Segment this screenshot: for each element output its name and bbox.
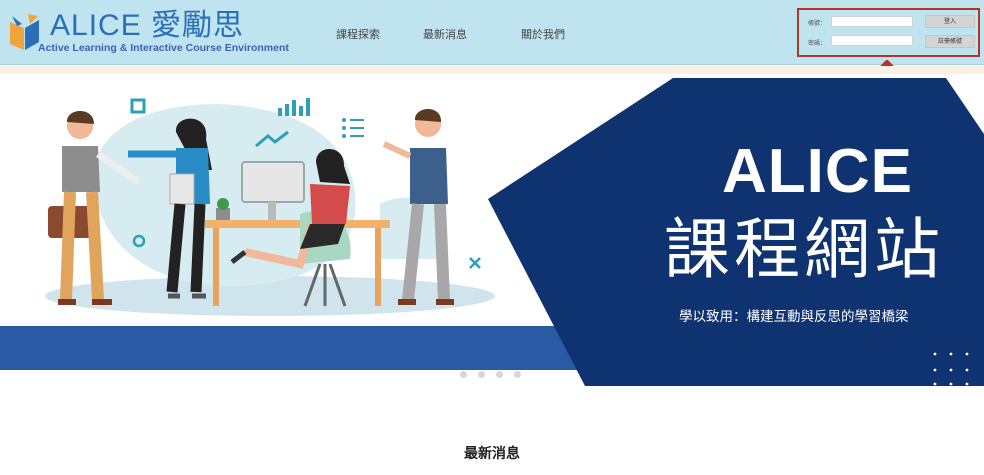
hero-title-zh: 課程網站: [664, 211, 944, 288]
site-logo[interactable]: ALICE 愛勵思 Active Learning & Interactive …: [8, 8, 289, 56]
carousel-dot-2[interactable]: [478, 371, 485, 378]
carousel-dot-4[interactable]: [514, 371, 521, 378]
nav-course-explore[interactable]: 課程探索: [336, 26, 380, 42]
news-section-title: 最新消息: [464, 446, 520, 462]
hero-title-en: ALICE: [722, 137, 913, 206]
site-header: ALICE 愛勵思 Active Learning & Interactive …: [0, 0, 984, 65]
office-team-illustration: [45, 98, 495, 316]
nav-latest-news[interactable]: 最新消息: [423, 26, 467, 42]
nav-about-us[interactable]: 關於我們: [521, 26, 565, 42]
login-panel: 帳號： 登入 密碼： 註冊帳號: [797, 8, 980, 57]
book-logo-icon: [10, 14, 39, 50]
header-divider-strip: [0, 66, 984, 74]
register-button[interactable]: 註冊帳號: [925, 35, 975, 48]
logo-subtitle: Active Learning & Interactive Course Env…: [38, 42, 289, 54]
hero-tagline: 學以致用：構建互動與反思的學習橋梁: [679, 309, 909, 325]
account-input[interactable]: [831, 16, 913, 27]
account-label: 帳號：: [808, 20, 827, 27]
logo-title: ALICE 愛勵思: [50, 9, 245, 42]
password-label: 密碼：: [808, 40, 827, 47]
carousel-dot-1[interactable]: [460, 371, 467, 378]
login-button[interactable]: 登入: [925, 15, 975, 28]
password-input[interactable]: [831, 35, 913, 46]
carousel-dot-3[interactable]: [496, 371, 503, 378]
